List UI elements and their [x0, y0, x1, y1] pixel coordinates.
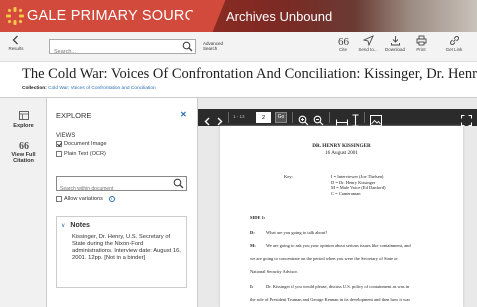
- link-icon: [449, 36, 459, 45]
- key-line: M = Male Voice (Ed Danford): [331, 185, 386, 191]
- page-number-input[interactable]: [256, 112, 271, 123]
- print-label: Print: [416, 47, 426, 52]
- svg-text:66: 66: [19, 141, 29, 149]
- collection-line: Collection: Cold War: Voices of Confront…: [22, 86, 156, 91]
- search-input[interactable]: [50, 45, 175, 59]
- svg-text:66: 66: [338, 36, 349, 46]
- page-heading: DR. HENRY KISSINGER: [312, 143, 371, 149]
- left-rail: Explore 66 View Full Citation: [0, 98, 47, 307]
- back-to-results-button[interactable]: Results: [3, 35, 29, 51]
- separator: [228, 112, 229, 123]
- app-header: GALE PRIMARY SOURCES Archives Unbound: [0, 0, 477, 32]
- print-button[interactable]: Print: [411, 35, 431, 52]
- page-side: SIDE 1:: [250, 215, 266, 220]
- collection-label: Collection:: [22, 86, 47, 91]
- gale-logo-icon[interactable]: [5, 6, 25, 26]
- allow-variations-option[interactable]: Allow variations i: [56, 196, 115, 202]
- search-box: [49, 39, 196, 59]
- page-range: 1 - 13: [233, 114, 245, 119]
- search-within-box: [56, 176, 187, 196]
- views-label: VIEWS: [56, 133, 76, 139]
- chevron-left-icon: [12, 35, 18, 45]
- page-line: we are going to concentrate on the perio…: [250, 256, 398, 261]
- allow-variations-checkbox[interactable]: [56, 196, 62, 202]
- document-title: The Cold War: Voices Of Confrontation An…: [22, 66, 477, 82]
- print-icon: [416, 35, 426, 46]
- advanced-search-link[interactable]: Advanced Search: [203, 41, 231, 51]
- citation-icon: 66: [19, 141, 29, 152]
- search-icon[interactable]: [182, 41, 193, 52]
- page-date: 16 August 2001: [325, 150, 358, 156]
- page-line: M: We are going to ask you your opinion a…: [250, 243, 411, 248]
- key-line: I = Interviewer (Joe Thelsen): [331, 174, 384, 179]
- search-within-icon[interactable]: [173, 178, 184, 189]
- get-link-button[interactable]: Get Link: [443, 35, 465, 52]
- page-key-values: I = Interviewer (Joe Thelsen) D = Dr. He…: [331, 174, 385, 196]
- link-label: Get Link: [445, 47, 463, 52]
- separator: [329, 112, 330, 123]
- info-icon[interactable]: i: [108, 196, 115, 202]
- document-page-image: DR. HENRY KISSINGER 16 August 2001 Key: …: [220, 126, 463, 307]
- download-label: Download: [384, 47, 405, 52]
- viewer-toolbar: 1 - 13 Go: [198, 109, 477, 127]
- rail-citation-label: View Full Citation: [11, 151, 36, 165]
- allow-variations-label: Allow variations: [64, 196, 103, 202]
- back-label: Results: [8, 46, 24, 51]
- download-icon: [390, 36, 400, 46]
- plain-text-label: Plain Text (OCR): [64, 151, 106, 157]
- cite-icon: 66: [338, 36, 349, 46]
- document-image-label: Document Image: [64, 141, 107, 147]
- rail-citation-button[interactable]: 66 View Full Citation: [0, 140, 47, 165]
- view-plain-text-option[interactable]: Plain Text (OCR): [56, 151, 106, 157]
- notes-text: Kissinger, Dr. Henry, U.S. Secretary of …: [72, 234, 181, 261]
- page-line: D: What are you going to talk about?: [250, 230, 328, 235]
- page-line: the role of President Truman and George …: [250, 297, 411, 302]
- document-image-checkbox[interactable]: [56, 141, 62, 147]
- search-within-input[interactable]: [57, 182, 167, 196]
- brand-name[interactable]: GALE PRIMARY SOURCES: [27, 8, 215, 24]
- rail-explore-label: Explore: [13, 122, 34, 129]
- collection-name[interactable]: Archives Unbound: [226, 9, 332, 24]
- document-viewer: 1 - 13 Go DR. HENRY KISSINGER 16 August …: [198, 98, 477, 307]
- close-icon[interactable]: ✕: [180, 110, 187, 119]
- view-document-image-option[interactable]: Document Image: [56, 141, 107, 147]
- notes-card: ∨ Notes Kissinger, Dr. Henry, U.S. Secret…: [56, 216, 187, 288]
- toolbar: Results Advanced Search 66 Cite Send to.…: [0, 32, 477, 62]
- explore-icon: [18, 111, 29, 120]
- send-label: Send to...: [358, 47, 378, 52]
- chevron-down-icon: ∨: [61, 223, 66, 229]
- explore-heading: EXPLORE: [56, 111, 92, 120]
- notes-heading: Notes: [70, 222, 90, 229]
- rail-explore-button[interactable]: Explore: [0, 111, 47, 129]
- page-line: I: Dr. Kissinger if you would please, dis…: [250, 284, 410, 289]
- send-to-button[interactable]: Send to...: [357, 35, 379, 52]
- separator: [292, 112, 293, 123]
- send-icon: [362, 35, 374, 46]
- cite-label: Cite: [338, 47, 347, 52]
- collection-link[interactable]: Cold War: Voices of Confrontation and Co…: [48, 86, 156, 91]
- plain-text-checkbox[interactable]: [56, 151, 62, 157]
- go-button[interactable]: Go: [275, 112, 287, 123]
- download-button[interactable]: Download: [384, 35, 406, 52]
- separator: [364, 112, 365, 123]
- key-line: C = Cameraman: [331, 190, 361, 196]
- notes-toggle[interactable]: ∨ Notes: [61, 222, 90, 229]
- page-line: National Security Advisor.: [250, 269, 298, 274]
- previous-page-icon[interactable]: [204, 113, 211, 130]
- cite-button[interactable]: 66 Cite: [334, 35, 352, 52]
- page-key-label: Key:: [284, 174, 293, 179]
- explore-panel: EXPLORE ✕ VIEWS Document Image Plain Tex…: [47, 98, 198, 307]
